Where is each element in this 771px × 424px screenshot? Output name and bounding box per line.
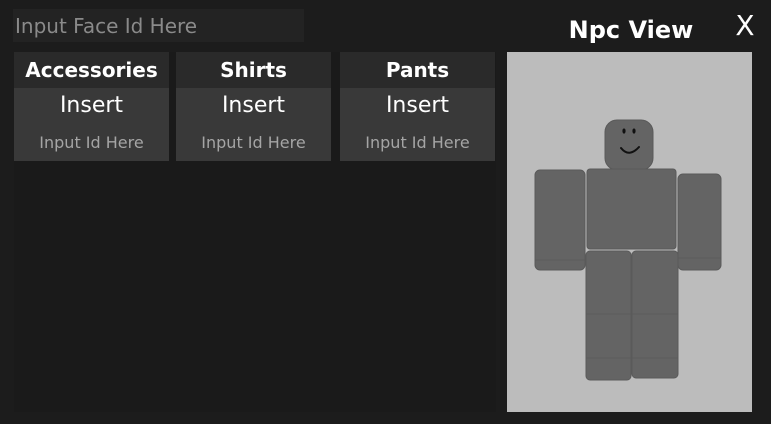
pants-header: Pants (340, 52, 495, 88)
npc-viewport[interactable] (507, 52, 752, 412)
accessories-column: Accessories Insert (14, 52, 169, 161)
shirts-id-input[interactable] (176, 124, 331, 161)
avatar-torso (586, 168, 677, 250)
avatar-right-arm (677, 173, 722, 271)
close-button[interactable]: X (728, 8, 762, 44)
pants-column: Pants Insert (340, 52, 495, 161)
accessories-header: Accessories (14, 52, 169, 88)
avatar-head (604, 119, 654, 171)
accessories-insert-button[interactable]: Insert (14, 88, 169, 124)
face-id-input[interactable] (13, 9, 304, 42)
npc-editor-panel: Accessories Insert Shirts Insert Pants I… (0, 0, 771, 424)
npc-avatar-icon (534, 119, 722, 381)
shirts-insert-button[interactable]: Insert (176, 88, 331, 124)
shirts-column: Shirts Insert (176, 52, 331, 161)
pants-insert-button[interactable]: Insert (340, 88, 495, 124)
avatar-left-leg (585, 250, 632, 381)
npc-view-title: Npc View (568, 16, 694, 44)
avatar-left-arm (534, 169, 586, 271)
pants-id-input[interactable] (340, 124, 495, 161)
accessories-id-input[interactable] (14, 124, 169, 161)
shirts-header: Shirts (176, 52, 331, 88)
